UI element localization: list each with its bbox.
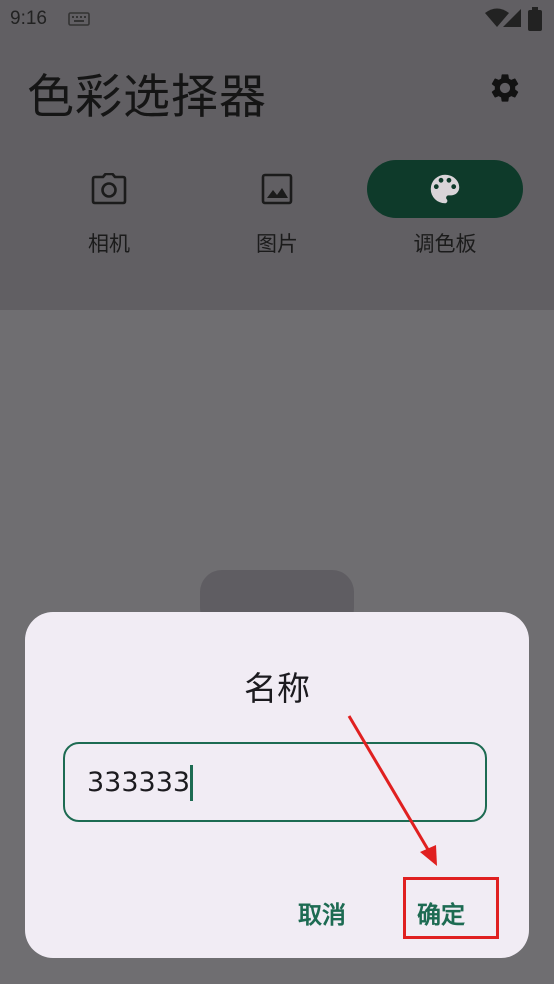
nav-label: 相机 — [88, 232, 130, 256]
dialog-title: 名称 — [244, 669, 310, 708]
nav-item-image[interactable]: 图片 — [199, 160, 355, 270]
battery-icon — [528, 7, 542, 31]
nav-item-camera[interactable]: 相机 — [31, 160, 187, 270]
page-title: 色彩选择器 — [27, 70, 267, 125]
nav-pill — [199, 160, 355, 218]
top-app-area: 9:16 色彩选择器 相机 图片 调色板 — [0, 0, 554, 310]
nav-pill — [31, 160, 187, 218]
keyboard-icon — [68, 12, 90, 26]
annotation-highlight-box — [403, 877, 499, 939]
name-dialog: 名称 取消 确定 — [25, 612, 529, 958]
status-time: 9:16 — [10, 8, 47, 29]
nav-pill-active — [367, 160, 523, 218]
image-icon — [261, 173, 293, 205]
nav-label: 调色板 — [413, 232, 477, 256]
cancel-button[interactable]: 取消 — [280, 880, 364, 944]
gear-icon — [491, 74, 519, 102]
name-input[interactable] — [63, 742, 487, 822]
text-caret — [190, 765, 193, 801]
signal-icon — [503, 9, 521, 27]
nav-label: 图片 — [256, 232, 298, 256]
nav-item-palette[interactable]: 调色板 — [367, 160, 523, 270]
palette-icon — [430, 174, 460, 204]
camera-icon — [91, 173, 127, 205]
settings-button[interactable] — [483, 66, 527, 110]
